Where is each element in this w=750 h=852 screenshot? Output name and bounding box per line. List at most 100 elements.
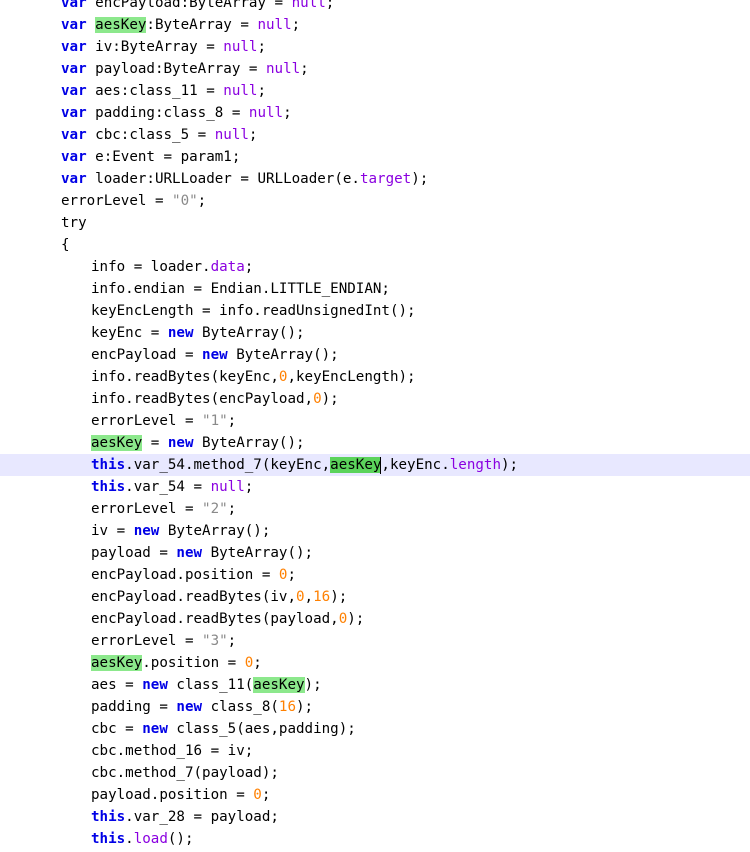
code-line[interactable]: info.endian = Endian.LITTLE_ENDIAN; — [0, 278, 750, 300]
code-line[interactable]: iv = new ByteArray(); — [0, 520, 750, 542]
code-line[interactable]: encPayload.readBytes(payload,0); — [0, 608, 750, 630]
string-token: "3" — [202, 633, 228, 649]
code-token: class_11( — [167, 677, 254, 693]
code-line[interactable]: keyEnc = new ByteArray(); — [0, 322, 750, 344]
code-line[interactable]: errorLevel = "0"; — [0, 190, 750, 212]
code-line[interactable]: payload = new ByteArray(); — [0, 542, 750, 564]
code-token: encPayload.readBytes(iv, — [91, 589, 296, 605]
code-text: encPayload = new ByteArray(); — [91, 344, 339, 366]
code-token: ; — [253, 655, 262, 671]
code-line[interactable]: encPayload = new ByteArray(); — [0, 344, 750, 366]
code-line[interactable]: info.readBytes(keyEnc,0,keyEncLength); — [0, 366, 750, 388]
code-line[interactable]: this.var_54 = null; — [0, 476, 750, 498]
code-text: cbc = new class_5(aes,padding); — [91, 718, 356, 740]
code-line[interactable]: var iv:ByteArray = null; — [0, 36, 750, 58]
code-token: ; — [283, 105, 292, 121]
code-token: ; — [244, 479, 254, 495]
code-token: payload:ByteArray = — [86, 61, 266, 77]
code-token: ); — [296, 699, 314, 715]
keyword-token: var — [61, 171, 87, 187]
code-token: info.readBytes(keyEnc, — [91, 369, 279, 385]
code-token: .var_54 = — [125, 479, 211, 495]
code-token: ); — [330, 589, 348, 605]
keyword-token: var — [61, 149, 87, 165]
code-line[interactable]: errorLevel = "2"; — [0, 498, 750, 520]
highlighted-identifier: aesKey — [91, 435, 143, 451]
code-text: keyEncLength = info.readUnsignedInt(); — [91, 300, 416, 322]
code-token: = — [142, 435, 168, 451]
code-token: ; — [291, 17, 301, 33]
code-line[interactable]: var padding:class_8 = null; — [0, 102, 750, 124]
code-line[interactable]: var encPayload:ByteArray = null; — [0, 0, 750, 14]
code-token: e:Event = param1; — [86, 149, 241, 165]
property-token: data — [210, 259, 245, 275]
highlighted-identifier: aesKey — [95, 17, 147, 33]
code-token: padding:class_8 = — [86, 105, 249, 121]
code-token: iv = — [91, 523, 134, 539]
code-line[interactable]: this.var_28 = payload; — [0, 806, 750, 828]
code-token: keyEncLength = info.readUnsignedInt(); — [91, 303, 416, 319]
code-line[interactable]: this.load(); — [0, 828, 750, 850]
code-line-current[interactable]: this.var_54.method_7(keyEnc,aesKey,keyEn… — [0, 454, 750, 476]
code-line[interactable]: cbc = new class_5(aes,padding); — [0, 718, 750, 740]
code-token: cbc:class_5 = — [86, 127, 215, 143]
code-line[interactable]: cbc.method_7(payload); — [0, 762, 750, 784]
code-text: iv = new ByteArray(); — [91, 520, 270, 542]
code-token: (); — [167, 831, 194, 847]
code-token: encPayload.readBytes(payload, — [91, 611, 339, 627]
code-line[interactable]: errorLevel = "3"; — [0, 630, 750, 652]
property-token: null — [257, 17, 292, 33]
code-line[interactable]: aes = new class_11(aesKey); — [0, 674, 750, 696]
code-token: ; — [248, 127, 258, 143]
code-line[interactable]: var payload:ByteArray = null; — [0, 58, 750, 80]
code-line[interactable]: encPayload.readBytes(iv,0,16); — [0, 586, 750, 608]
code-token: cbc.method_16 = iv; — [91, 743, 254, 759]
code-token: keyEnc = — [91, 325, 168, 341]
code-line[interactable]: encPayload.position = 0; — [0, 564, 750, 586]
code-token: ; — [257, 83, 267, 99]
code-line[interactable]: { — [0, 234, 750, 256]
number-token: 0 — [313, 391, 322, 407]
code-line[interactable]: aesKey.position = 0; — [0, 652, 750, 674]
code-text: cbc.method_16 = iv; — [91, 740, 253, 762]
code-line[interactable]: var aesKey:ByteArray = null; — [0, 14, 750, 36]
code-line[interactable]: cbc.method_16 = iv; — [0, 740, 750, 762]
code-text: encPayload.readBytes(payload,0); — [91, 608, 364, 630]
code-token: errorLevel = — [61, 193, 173, 209]
code-text: this.load(); — [91, 828, 194, 850]
code-line[interactable]: info.readBytes(encPayload,0); — [0, 388, 750, 410]
code-token: errorLevel = — [91, 501, 203, 517]
code-line[interactable]: try — [0, 212, 750, 234]
code-line[interactable]: var aes:class_11 = null; — [0, 80, 750, 102]
keyword-token: new — [142, 721, 168, 737]
code-line[interactable]: keyEncLength = info.readUnsignedInt(); — [0, 300, 750, 322]
code-token: ; — [325, 0, 335, 11]
code-line[interactable]: payload.position = 0; — [0, 784, 750, 806]
property-token: target — [359, 171, 412, 187]
code-text: aesKey.position = 0; — [91, 652, 262, 674]
code-text: info = loader.data; — [91, 256, 253, 278]
code-line[interactable]: info = loader.data; — [0, 256, 750, 278]
code-token: ; — [257, 39, 267, 55]
property-token: null — [266, 61, 301, 77]
code-line[interactable]: errorLevel = "1"; — [0, 410, 750, 432]
code-token: ByteArray(); — [202, 545, 314, 561]
code-text: errorLevel = "0"; — [61, 190, 206, 212]
code-text: var aes:class_11 = null; — [61, 80, 266, 102]
number-token: 16 — [278, 699, 297, 715]
code-line[interactable]: padding = new class_8(16); — [0, 696, 750, 718]
code-token: cbc.method_7(payload); — [91, 765, 279, 781]
code-text: var padding:class_8 = null; — [61, 102, 292, 124]
code-line[interactable]: var e:Event = param1; — [0, 146, 750, 168]
code-token: info.endian = Endian.LITTLE_ENDIAN; — [91, 281, 390, 297]
property-token: null — [210, 479, 245, 495]
keyword-token: var — [61, 17, 87, 33]
code-editor[interactable]: var encPayload:ByteArray = null; var aesK… — [0, 0, 750, 852]
code-line[interactable]: var loader:URLLoader = URLLoader(e.targe… — [0, 168, 750, 190]
code-token: ; — [261, 787, 271, 803]
code-text: errorLevel = "1"; — [91, 410, 236, 432]
number-token: 0 — [296, 589, 305, 605]
code-text: encPayload.position = 0; — [91, 564, 296, 586]
code-line[interactable]: aesKey = new ByteArray(); — [0, 432, 750, 454]
code-line[interactable]: var cbc:class_5 = null; — [0, 124, 750, 146]
